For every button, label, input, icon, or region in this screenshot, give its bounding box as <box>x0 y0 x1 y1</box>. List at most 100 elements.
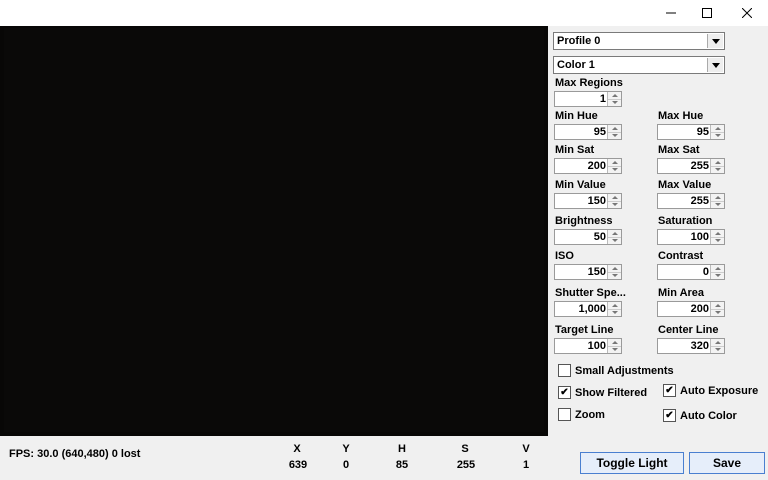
pixel-value-s: 255 <box>456 459 476 471</box>
color-select-value: Color 1 <box>557 59 595 71</box>
contrast-value: 0 <box>702 266 709 278</box>
max-hue-spinner[interactable]: 95 <box>657 124 725 140</box>
decrement-icon[interactable] <box>608 132 621 139</box>
target-line-spinner[interactable]: 100 <box>554 338 622 354</box>
iso-value: 150 <box>587 266 606 278</box>
min-hue-label: Min Hue <box>555 110 598 122</box>
max-hue-label: Max Hue <box>658 110 704 122</box>
profile-select[interactable]: Profile 0 <box>553 32 725 50</box>
decrement-icon[interactable] <box>608 237 621 244</box>
fps-status: FPS: 30.0 (640,480) 0 lost <box>9 448 141 460</box>
auto-exposure-checkbox[interactable]: ✔ Auto Exposure <box>663 384 758 397</box>
decrement-icon[interactable] <box>608 346 621 353</box>
decrement-icon[interactable] <box>608 99 621 106</box>
min-value-label: Min Value <box>555 179 606 191</box>
brightness-spinner[interactable]: 50 <box>554 229 622 245</box>
max-sat-value: 255 <box>690 160 709 172</box>
title-bar <box>0 0 768 26</box>
camera-image <box>4 28 544 432</box>
decrement-icon[interactable] <box>711 272 724 279</box>
decrement-icon[interactable] <box>608 272 621 279</box>
min-area-value: 200 <box>690 303 709 315</box>
checkbox-box[interactable] <box>558 408 571 421</box>
auto-color-label: Auto Color <box>680 409 737 422</box>
maximize-icon[interactable] <box>688 0 726 26</box>
decrement-icon[interactable] <box>711 309 724 316</box>
pixel-value-y: 0 <box>342 459 350 471</box>
center-line-label: Center Line <box>658 324 719 336</box>
max-hue-value: 95 <box>696 126 709 138</box>
iso-spinner[interactable]: 150 <box>554 264 622 280</box>
max-sat-label: Max Sat <box>658 144 700 156</box>
pixel-header-h: H <box>398 443 406 455</box>
max-regions-label: Max Regions <box>555 77 623 89</box>
decrement-icon[interactable] <box>711 237 724 244</box>
auto-exposure-label: Auto Exposure <box>680 384 759 397</box>
target-line-label: Target Line <box>555 324 614 336</box>
max-value-spinner[interactable]: 255 <box>657 193 725 209</box>
save-button[interactable]: Save <box>689 452 765 474</box>
contrast-label: Contrast <box>658 250 704 262</box>
contrast-spinner[interactable]: 0 <box>657 264 725 280</box>
shutter-speed-value: 1,000 <box>578 303 606 315</box>
zoom-label: Zoom <box>575 408 605 421</box>
min-value-value: 150 <box>587 195 606 207</box>
decrement-icon[interactable] <box>711 346 724 353</box>
chevron-down-icon[interactable] <box>707 58 723 72</box>
color-select[interactable]: Color 1 <box>553 56 725 74</box>
target-line-value: 100 <box>587 340 606 352</box>
zoom-checkbox[interactable]: Zoom <box>558 408 605 421</box>
saturation-spinner[interactable]: 100 <box>657 229 725 245</box>
decrement-icon[interactable] <box>711 166 724 173</box>
decrement-icon[interactable] <box>608 309 621 316</box>
min-hue-spinner[interactable]: 95 <box>554 124 622 140</box>
check-icon[interactable]: ✔ <box>663 409 676 422</box>
min-sat-spinner[interactable]: 200 <box>554 158 622 174</box>
pixel-header-v: V <box>522 443 530 455</box>
small-adjustments-checkbox[interactable]: Small Adjustments <box>558 364 674 377</box>
max-sat-spinner[interactable]: 255 <box>657 158 725 174</box>
center-line-spinner[interactable]: 320 <box>657 338 725 354</box>
center-line-value: 320 <box>690 340 709 352</box>
min-value-spinner[interactable]: 150 <box>554 193 622 209</box>
checkbox-box[interactable] <box>558 364 571 377</box>
min-sat-label: Min Sat <box>555 144 595 156</box>
show-filtered-checkbox[interactable]: ✔ Show Filtered <box>558 386 647 399</box>
min-hue-value: 95 <box>593 126 606 138</box>
decrement-icon[interactable] <box>608 166 621 173</box>
saturation-value: 100 <box>690 231 709 243</box>
decrement-icon[interactable] <box>608 201 621 208</box>
profile-select-value: Profile 0 <box>557 35 601 47</box>
small-adjustments-label: Small Adjustments <box>575 364 674 377</box>
max-value-value: 255 <box>690 195 709 207</box>
max-regions-value: 1 <box>599 93 606 105</box>
pixel-header-y: Y <box>342 443 350 455</box>
min-area-label: Min Area <box>658 287 705 299</box>
pixel-value-v: 1 <box>522 459 530 471</box>
camera-feed[interactable] <box>0 26 548 436</box>
iso-label: ISO <box>555 250 574 262</box>
chevron-down-icon[interactable] <box>707 34 723 48</box>
auto-color-checkbox[interactable]: ✔ Auto Color <box>663 409 737 422</box>
show-filtered-label: Show Filtered <box>575 386 648 399</box>
toggle-light-button[interactable]: Toggle Light <box>580 452 684 474</box>
saturation-label: Saturation <box>658 215 713 227</box>
shutter-speed-label: Shutter Spe... <box>555 287 626 299</box>
pixel-value-h: 85 <box>395 459 409 471</box>
max-value-label: Max Value <box>658 179 712 191</box>
brightness-label: Brightness <box>555 215 613 227</box>
minimize-icon[interactable] <box>652 0 690 26</box>
shutter-speed-spinner[interactable]: 1,000 <box>554 301 622 317</box>
pixel-value-x: 639 <box>288 459 308 471</box>
max-regions-spinner[interactable]: 1 <box>554 91 622 107</box>
pixel-header-x: X <box>293 443 301 455</box>
brightness-value: 50 <box>593 231 606 243</box>
pixel-header-s: S <box>461 443 469 455</box>
min-sat-value: 200 <box>587 160 606 172</box>
decrement-icon[interactable] <box>711 132 724 139</box>
close-icon[interactable] <box>728 0 766 26</box>
check-icon[interactable]: ✔ <box>663 384 676 397</box>
min-area-spinner[interactable]: 200 <box>657 301 725 317</box>
decrement-icon[interactable] <box>711 201 724 208</box>
check-icon[interactable]: ✔ <box>558 386 571 399</box>
